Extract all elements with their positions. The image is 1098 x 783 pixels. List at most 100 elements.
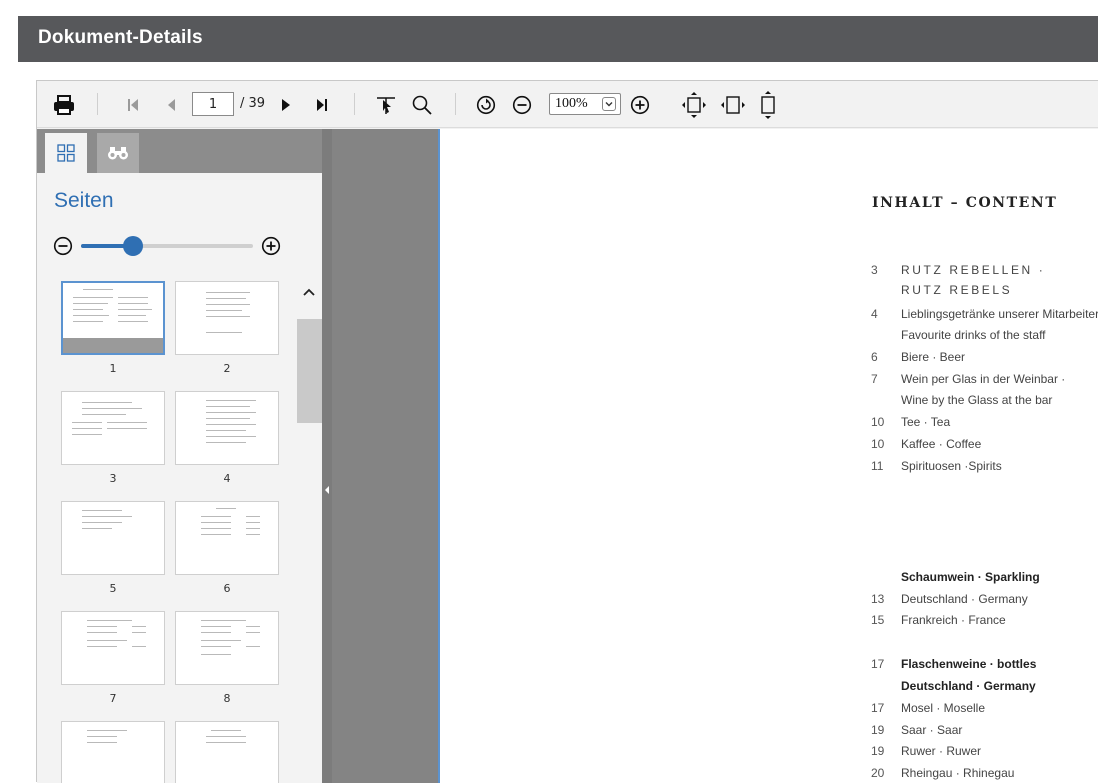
toc-entry[interactable]: 20 Rheingau · Rhinegau [871,766,1014,780]
page-number-input[interactable] [192,92,234,116]
binoculars-icon [108,147,128,160]
toc-page-number: 7 [871,372,878,386]
page-thumbnail[interactable] [61,721,165,783]
toc-title: Biere · Beer [901,350,966,364]
thumbnail-image [61,721,165,783]
next-page-icon[interactable] [275,81,297,128]
toc-page-number: 10 [871,437,885,451]
print-icon[interactable] [49,81,79,128]
thumbnail-zoom-slider[interactable] [53,233,293,257]
tab-thumbnails[interactable] [45,133,87,173]
toc-title: Spirituosen ·Spirits [901,459,1002,473]
toc-entry[interactable]: Favourite drinks of the staff [871,328,1046,342]
sidebar-splitter[interactable] [322,129,332,783]
toc-entry[interactable]: 19 Ruwer · Ruwer [871,744,981,758]
collapse-arrow-icon[interactable] [325,486,329,494]
pdf-viewer: / 39 100% [36,80,1098,783]
toc-title: Mosel · Moselle [901,701,986,715]
thumbnail-sidebar: Seiten 1 2 3 4 5 6 7 8 [37,129,322,783]
thumbnail-image [175,501,279,575]
toc-page-number: 17 [871,701,885,715]
toc-entry[interactable]: 3 RUTZ REBELLEN · [871,263,1045,277]
toc-title: RUTZ REBELS [901,283,1013,297]
toolbar-separator [455,93,456,115]
toolbar-separator [354,93,355,115]
zoom-value: 100% [555,96,588,111]
toolbar-separator [97,93,98,115]
zoom-in-icon[interactable] [261,236,281,256]
thumbnail-label: 6 [223,582,231,595]
search-icon[interactable] [409,81,435,128]
page-thumbnail[interactable] [175,721,279,783]
toc-title: Deutschland · Germany [901,679,1036,693]
zoom-out-icon[interactable] [509,81,535,128]
thumbnail-image [175,721,279,783]
page-thumbnail[interactable]: 4 [175,391,279,485]
toc-title: Flaschenweine · bottles [901,657,1037,671]
toc-title: Wine by the Glass at the bar [901,393,1053,407]
toc-entry[interactable]: 19 Saar · Saar [871,723,962,737]
page-thumbnail[interactable]: 1 [61,281,165,375]
toc-entry[interactable]: 10 Tee · Tea [871,415,950,429]
thumbnail-label: 8 [223,692,231,705]
slider-thumb[interactable] [122,236,143,256]
toc-page-number: 15 [871,613,885,627]
toc-entry[interactable]: 10 Kaffee · Coffee [871,437,981,451]
select-tool-icon[interactable] [373,81,399,128]
toc-title: Favourite drinks of the staff [901,328,1046,342]
previous-page-icon[interactable] [159,81,183,128]
page-thumbnail[interactable]: 2 [175,281,279,375]
thumbnail-image [61,501,165,575]
first-page-icon[interactable] [121,81,145,128]
thumbnail-image [175,391,279,465]
toc-page-number: 20 [871,766,885,780]
zoom-select[interactable]: 100% [549,93,621,115]
page-thumbnail[interactable]: 6 [175,501,279,595]
page-thumbnail[interactable]: 5 [61,501,165,595]
chevron-up-icon[interactable] [302,287,316,297]
toc-entry[interactable]: 11 Spirituosen ·Spirits [871,459,1002,473]
thumbnail-label: 5 [109,582,117,595]
toc-title: Tee · Tea [901,415,951,429]
toc-entry[interactable]: 6 Biere · Beer [871,350,965,364]
toc-title: Frankreich · France [901,613,1006,627]
toc-title: Schaumwein · Sparkling [901,570,1040,584]
thumbnail-label: 7 [109,692,117,705]
toc-title: Saar · Saar [901,723,963,737]
chevron-down-icon [602,97,616,111]
thumbnail-label: 2 [223,362,231,375]
toc-page-number: 10 [871,415,885,429]
toc-entry[interactable]: 15 Frankreich · France [871,613,1006,627]
toc-entry[interactable]: Wine by the Glass at the bar [871,393,1052,407]
toc-title: Wein per Glas in der Weinbar · [901,372,1066,386]
zoom-out-icon[interactable] [53,236,73,256]
document-heading: INHALT – CONTENT [872,195,1058,211]
toc-entry[interactable]: RUTZ REBELS [871,283,1012,297]
toc-entry[interactable]: 17 Mosel · Moselle [871,701,985,715]
rotate-icon[interactable] [473,81,499,128]
zoom-in-icon[interactable] [627,81,653,128]
thumbnail-label: 4 [223,472,231,485]
fit-height-icon[interactable] [755,81,781,128]
toc-entry[interactable]: 13 Deutschland · Germany [871,592,1028,606]
toc-entry[interactable]: Deutschland · Germany [871,679,1036,693]
page-thumbnail[interactable]: 7 [61,611,165,705]
tab-search[interactable] [97,133,139,173]
scrollbar-thumb[interactable] [297,319,322,423]
document-area: INHALT – CONTENT 3 RUTZ REBELLEN · RUTZ RE… [332,129,1098,783]
toc-entry[interactable]: 7 Wein per Glas in der Weinbar · [871,372,1065,386]
toc-title: Lieblingsgetränke unserer Mitarbeiter [901,307,1098,321]
toc-title: Rheingau · Rhinegau [901,766,1015,780]
toc-page-number: 3 [871,263,878,277]
fit-page-icon[interactable] [679,81,709,128]
toc-entry[interactable]: 4 Lieblingsgetränke unserer Mitarbeiter [871,307,1098,321]
document-page: INHALT – CONTENT 3 RUTZ REBELLEN · RUTZ RE… [438,129,1098,783]
page-thumbnail[interactable]: 3 [61,391,165,485]
thumbnail-scrollbar[interactable] [297,279,322,783]
thumbnail-image [61,611,165,685]
last-page-icon[interactable] [311,81,333,128]
fit-width-icon[interactable] [719,81,747,128]
toc-entry[interactable]: 17 Flaschenweine · bottles [871,657,1036,671]
page-thumbnail[interactable]: 8 [175,611,279,705]
toc-entry[interactable]: Schaumwein · Sparkling [871,570,1040,584]
